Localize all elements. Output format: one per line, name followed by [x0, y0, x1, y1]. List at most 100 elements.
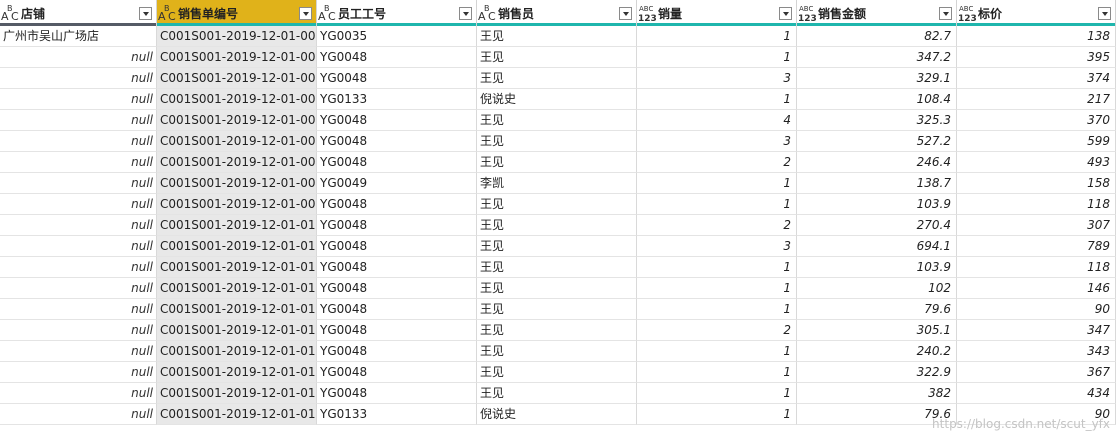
table-cell[interactable]: 103.9 — [797, 194, 957, 215]
table-cell[interactable]: 3 — [637, 131, 797, 152]
table-cell[interactable]: null — [0, 362, 157, 383]
table-cell[interactable]: 108.4 — [797, 89, 957, 110]
table-cell[interactable]: YG0048 — [317, 278, 477, 299]
table-cell[interactable]: null — [0, 89, 157, 110]
table-cell[interactable]: 305.1 — [797, 320, 957, 341]
table-cell[interactable]: C001S001-2019-12-01-009 — [157, 194, 317, 215]
table-cell[interactable]: 118 — [957, 194, 1116, 215]
table-cell[interactable]: null — [0, 215, 157, 236]
table-cell[interactable]: YG0049 — [317, 173, 477, 194]
table-cell[interactable]: 325.3 — [797, 110, 957, 131]
table-cell[interactable]: null — [0, 299, 157, 320]
table-cell[interactable]: 118 — [957, 257, 1116, 278]
table-cell[interactable]: 王见 — [477, 383, 637, 404]
table-cell[interactable]: 王见 — [477, 110, 637, 131]
table-cell[interactable]: 1 — [637, 362, 797, 383]
table-cell[interactable]: 694.1 — [797, 236, 957, 257]
table-cell[interactable]: 343 — [957, 341, 1116, 362]
table-cell[interactable]: 374 — [957, 68, 1116, 89]
filter-dropdown-icon[interactable] — [459, 6, 472, 20]
text-type-icon[interactable]: ABC — [478, 3, 496, 23]
table-cell[interactable]: 370 — [957, 110, 1116, 131]
table-cell[interactable]: 王见 — [477, 299, 637, 320]
table-cell[interactable]: 王见 — [477, 257, 637, 278]
column-header-5[interactable]: ABC 123 销量 — [637, 0, 797, 26]
table-cell[interactable]: null — [0, 68, 157, 89]
filter-dropdown-icon[interactable] — [1098, 6, 1111, 20]
table-cell[interactable]: null — [0, 173, 157, 194]
table-cell[interactable]: 146 — [957, 278, 1116, 299]
column-header-7[interactable]: ABC 123 标价 — [957, 0, 1116, 26]
table-cell[interactable]: 王见 — [477, 236, 637, 257]
table-cell[interactable]: YG0048 — [317, 194, 477, 215]
table-cell[interactable]: 79.6 — [797, 299, 957, 320]
table-cell[interactable]: 2 — [637, 320, 797, 341]
any-type-icon[interactable]: ABC 123 — [798, 3, 816, 23]
table-cell[interactable]: 246.4 — [797, 152, 957, 173]
table-cell[interactable]: 1 — [637, 89, 797, 110]
filter-dropdown-icon[interactable] — [619, 6, 632, 20]
table-cell[interactable]: C001S001-2019-12-01-014 — [157, 299, 317, 320]
table-cell[interactable]: 493 — [957, 152, 1116, 173]
table-cell[interactable]: null — [0, 131, 157, 152]
table-cell[interactable]: 王见 — [477, 341, 637, 362]
table-cell[interactable]: 王见 — [477, 194, 637, 215]
table-cell[interactable]: 138.7 — [797, 173, 957, 194]
table-cell[interactable]: 王见 — [477, 320, 637, 341]
table-cell[interactable]: 1 — [637, 341, 797, 362]
table-cell[interactable]: null — [0, 341, 157, 362]
table-cell[interactable]: C001S001-2019-12-01-011 — [157, 236, 317, 257]
table-cell[interactable]: YG0133 — [317, 404, 477, 425]
table-cell[interactable]: C001S001-2019-12-01-005 — [157, 110, 317, 131]
table-cell[interactable]: 347 — [957, 320, 1116, 341]
table-cell[interactable]: null — [0, 152, 157, 173]
table-cell[interactable]: C001S001-2019-12-01-010 — [157, 215, 317, 236]
table-cell[interactable]: YG0048 — [317, 68, 477, 89]
table-cell[interactable]: null — [0, 320, 157, 341]
column-header-4[interactable]: A B C 销售员 — [477, 0, 637, 26]
filter-dropdown-icon[interactable] — [939, 6, 952, 20]
table-cell[interactable]: 329.1 — [797, 68, 957, 89]
table-cell[interactable]: 599 — [957, 131, 1116, 152]
table-cell[interactable]: C001S001-2019-12-01-007 — [157, 152, 317, 173]
table-cell[interactable]: YG0048 — [317, 47, 477, 68]
table-cell[interactable]: YG0048 — [317, 383, 477, 404]
table-cell[interactable]: C001S001-2019-12-01-013 — [157, 278, 317, 299]
table-cell[interactable]: 138 — [957, 26, 1116, 47]
table-cell[interactable]: C001S001-2019-12-01-017 — [157, 362, 317, 383]
table-cell[interactable]: 李凯 — [477, 173, 637, 194]
table-cell[interactable]: C001S001-2019-12-01-008 — [157, 173, 317, 194]
filter-dropdown-icon[interactable] — [779, 6, 792, 20]
table-cell[interactable]: 王见 — [477, 152, 637, 173]
table-cell[interactable]: 1 — [637, 47, 797, 68]
table-cell[interactable]: 527.2 — [797, 131, 957, 152]
table-cell[interactable]: 789 — [957, 236, 1116, 257]
table-cell[interactable]: 395 — [957, 47, 1116, 68]
filter-dropdown-icon[interactable] — [299, 6, 312, 20]
table-cell[interactable]: 382 — [797, 383, 957, 404]
table-cell[interactable]: 1 — [637, 26, 797, 47]
table-cell[interactable]: C001S001-2019-12-01-002 — [157, 47, 317, 68]
text-type-icon[interactable]: ABC — [158, 3, 176, 23]
table-cell[interactable]: 王见 — [477, 278, 637, 299]
table-cell[interactable]: 1 — [637, 278, 797, 299]
column-header-6[interactable]: ABC 123 销售金额 — [797, 0, 957, 26]
table-cell[interactable]: 王见 — [477, 215, 637, 236]
table-cell[interactable]: 倪说史 — [477, 404, 637, 425]
table-cell[interactable]: C001S001-2019-12-01-004 — [157, 89, 317, 110]
table-cell[interactable]: 王见 — [477, 131, 637, 152]
table-cell[interactable]: null — [0, 47, 157, 68]
table-cell[interactable]: YG0048 — [317, 257, 477, 278]
table-cell[interactable]: null — [0, 236, 157, 257]
table-cell[interactable]: null — [0, 110, 157, 131]
table-cell[interactable]: 307 — [957, 215, 1116, 236]
table-cell[interactable]: null — [0, 383, 157, 404]
table-cell[interactable]: 1 — [637, 257, 797, 278]
table-cell[interactable]: 王见 — [477, 26, 637, 47]
table-cell[interactable]: 347.2 — [797, 47, 957, 68]
filter-dropdown-icon[interactable] — [139, 6, 152, 20]
table-cell[interactable]: 广州市吴山广场店 — [0, 26, 157, 47]
table-cell[interactable]: YG0133 — [317, 89, 477, 110]
table-cell[interactable]: 322.9 — [797, 362, 957, 383]
table-cell[interactable]: C001S001-2019-12-01-019 — [157, 404, 317, 425]
